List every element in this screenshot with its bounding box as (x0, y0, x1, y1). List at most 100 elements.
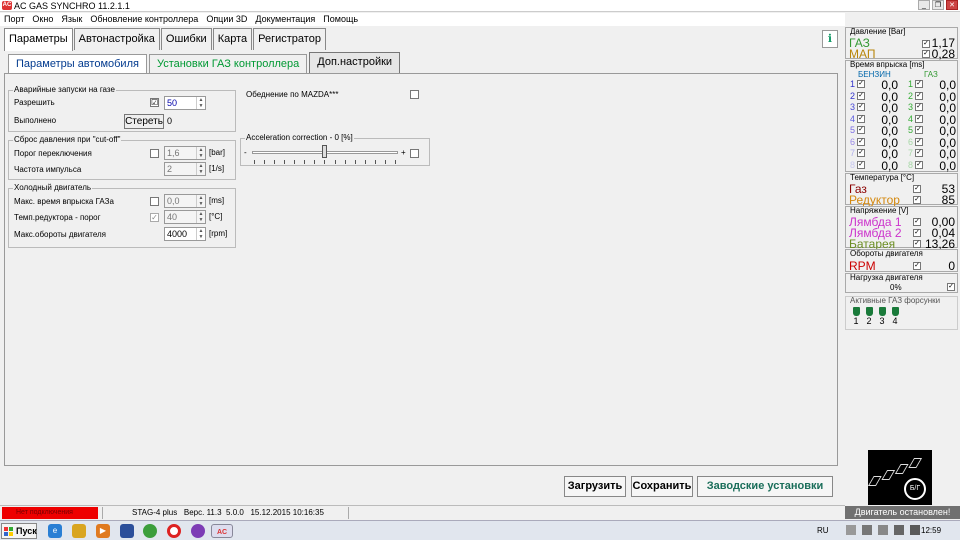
petrol-injector-checkbox[interactable]: ✓ (857, 137, 865, 146)
rpm-label-text: RPM (849, 259, 876, 273)
volume-icon[interactable] (910, 525, 920, 535)
threshold-label: Порог переключения (14, 149, 92, 158)
load-button[interactable]: Загрузить (564, 476, 626, 497)
tab-map[interactable]: Карта (212, 28, 253, 50)
gas-switch-panel[interactable]: Б/Г (867, 450, 932, 505)
load-value: 0% (890, 283, 902, 292)
menu-docs[interactable]: Документация (251, 13, 319, 26)
language-indicator[interactable]: RU (817, 521, 829, 540)
clock[interactable]: 12:59 (921, 521, 941, 540)
start-label: Пуск (16, 526, 37, 536)
gas-injector-checkbox[interactable]: ✓ (915, 126, 923, 134)
reducer-checkbox[interactable]: ✓ (150, 213, 159, 222)
tab-recorder[interactable]: Регистратор (253, 28, 326, 50)
petrol-injector-checkbox[interactable]: ✓ (857, 126, 865, 134)
load-checkbox[interactable]: ✓ (947, 283, 955, 291)
close-button[interactable]: ✕ (946, 0, 958, 10)
menu-language[interactable]: Язык (57, 13, 86, 26)
save-button[interactable]: Сохранить (631, 476, 693, 497)
acgas-taskbar-button[interactable]: AC (211, 524, 233, 538)
menu-3d-options[interactable]: Опции 3D (202, 13, 251, 26)
switch-button-icon[interactable]: Б/Г (904, 478, 926, 500)
injector-number: 1 (853, 316, 859, 326)
version-value: 11.3 (206, 508, 222, 517)
petrol-injector-number: 1 (850, 79, 856, 89)
menu-window[interactable]: Окно (28, 13, 57, 26)
allow-checkbox[interactable]: ☑ (150, 98, 159, 107)
pulse-value: 2 (167, 164, 173, 174)
injector-4: 4 (890, 307, 900, 326)
gas-header: ГАЗ (924, 70, 938, 79)
tray-icon[interactable] (878, 525, 888, 535)
pressure-map-checkbox[interactable]: ✓ (922, 50, 930, 58)
injector-icon (891, 307, 899, 316)
max-time-unit: [ms] (209, 196, 225, 205)
gas-injector-checkbox[interactable]: ✓ (915, 103, 923, 111)
temp-gas-checkbox[interactable]: ✓ (913, 185, 921, 193)
threshold-spinner[interactable]: 1,6 ▲ ▼ (164, 146, 206, 160)
pressure-gas-checkbox[interactable]: ✓ (922, 40, 930, 48)
info-button[interactable]: ℹ (822, 30, 838, 48)
tray-icon[interactable] (846, 525, 856, 535)
petrol-injector-checkbox[interactable]: ✓ (857, 80, 865, 88)
gas-injector-checkbox[interactable]: ✓ (915, 80, 923, 88)
injector-icon (852, 307, 860, 316)
accel-title: Acceleration correction - 0 [%] (245, 133, 354, 142)
network-icon[interactable] (894, 525, 904, 535)
max-rpm-spinner[interactable]: 4000 ▲ ▼ (164, 227, 206, 241)
chrome-icon[interactable] (143, 524, 157, 538)
rpm-section: Обороты двигателя RPM ✓ 0 (845, 249, 958, 272)
petrol-injector-number: 8 (850, 159, 856, 170)
media-player-icon[interactable]: ▶ (96, 524, 110, 538)
gas-injector-checkbox[interactable]: ✓ (915, 149, 923, 157)
allow-count-spinner[interactable]: 50 ▲ ▼ (164, 96, 206, 110)
save-disk-icon[interactable] (120, 524, 134, 538)
viber-icon[interactable] (191, 524, 205, 538)
erase-button[interactable]: Стереть (124, 114, 164, 129)
petrol-injector-checkbox[interactable]: ✓ (857, 91, 865, 100)
tab-extra-settings[interactable]: Доп.настройки (309, 52, 401, 74)
menu-help[interactable]: Помощь (319, 13, 362, 26)
menu-update[interactable]: Обновление контроллера (86, 13, 202, 26)
spinner-arrows-icon: ▲ ▼ (196, 195, 205, 207)
firmware-value: 5.0.0 (226, 508, 244, 517)
restore-button[interactable]: ❐ (932, 0, 944, 10)
menu-port[interactable]: Порт (0, 13, 28, 26)
done-value: 0 (167, 116, 173, 126)
petrol-injector-checkbox[interactable]: ✓ (857, 103, 865, 111)
status-bar: Нет подключения STAG-4 plus Верс. 11.3 5… (0, 505, 845, 520)
max-time-spinner[interactable]: 0,0 ▲ ▼ (164, 194, 206, 208)
ie-icon[interactable]: e (48, 524, 62, 538)
tab-gas-controller[interactable]: Установки ГАЗ контроллера (148, 54, 308, 74)
minimize-button[interactable]: _ (918, 0, 930, 10)
gas-injector-checkbox[interactable]: ✓ (915, 114, 923, 123)
gas-injector-checkbox[interactable]: ✓ (915, 91, 923, 100)
factory-settings-button[interactable]: Заводские установки (697, 476, 833, 497)
mazda-checkbox[interactable] (410, 90, 419, 99)
petrol-injector-checkbox[interactable]: ✓ (857, 160, 865, 169)
active-injectors-title: Активные ГАЗ форсунки (850, 296, 941, 305)
opera-icon[interactable] (167, 524, 181, 538)
threshold-checkbox[interactable] (150, 149, 159, 158)
temp-reducer-checkbox[interactable]: ✓ (913, 196, 921, 204)
window-title: AC GAS SYNCHRO 11.2.1.1 (14, 1, 130, 11)
tab-parameters[interactable]: Параметры (4, 28, 73, 51)
accel-slider-thumb[interactable] (322, 145, 327, 158)
petrol-injector-checkbox[interactable]: ✓ (857, 149, 865, 157)
accel-checkbox[interactable] (410, 149, 419, 158)
tab-autotune[interactable]: Автонастройка (73, 28, 160, 50)
window-controls: _ ❐ ✕ (918, 0, 958, 10)
gas-injector-checkbox[interactable]: ✓ (915, 160, 923, 169)
info-icon: ℹ (827, 33, 833, 45)
start-button[interactable]: Пуск (1, 523, 37, 539)
tab-car-params[interactable]: Параметры автомобиля (8, 54, 147, 74)
rpm-checkbox[interactable]: ✓ (913, 262, 921, 270)
petrol-injector-checkbox[interactable]: ✓ (857, 114, 865, 123)
reducer-spinner[interactable]: 40 ▲ ▼ (164, 210, 206, 224)
explorer-icon[interactable] (72, 524, 86, 538)
gas-injector-checkbox[interactable]: ✓ (915, 137, 923, 146)
pulse-spinner[interactable]: 2 ▲ ▼ (164, 162, 206, 176)
tray-icon[interactable] (862, 525, 872, 535)
max-time-checkbox[interactable] (150, 197, 159, 206)
tab-errors[interactable]: Ошибки (160, 28, 212, 50)
